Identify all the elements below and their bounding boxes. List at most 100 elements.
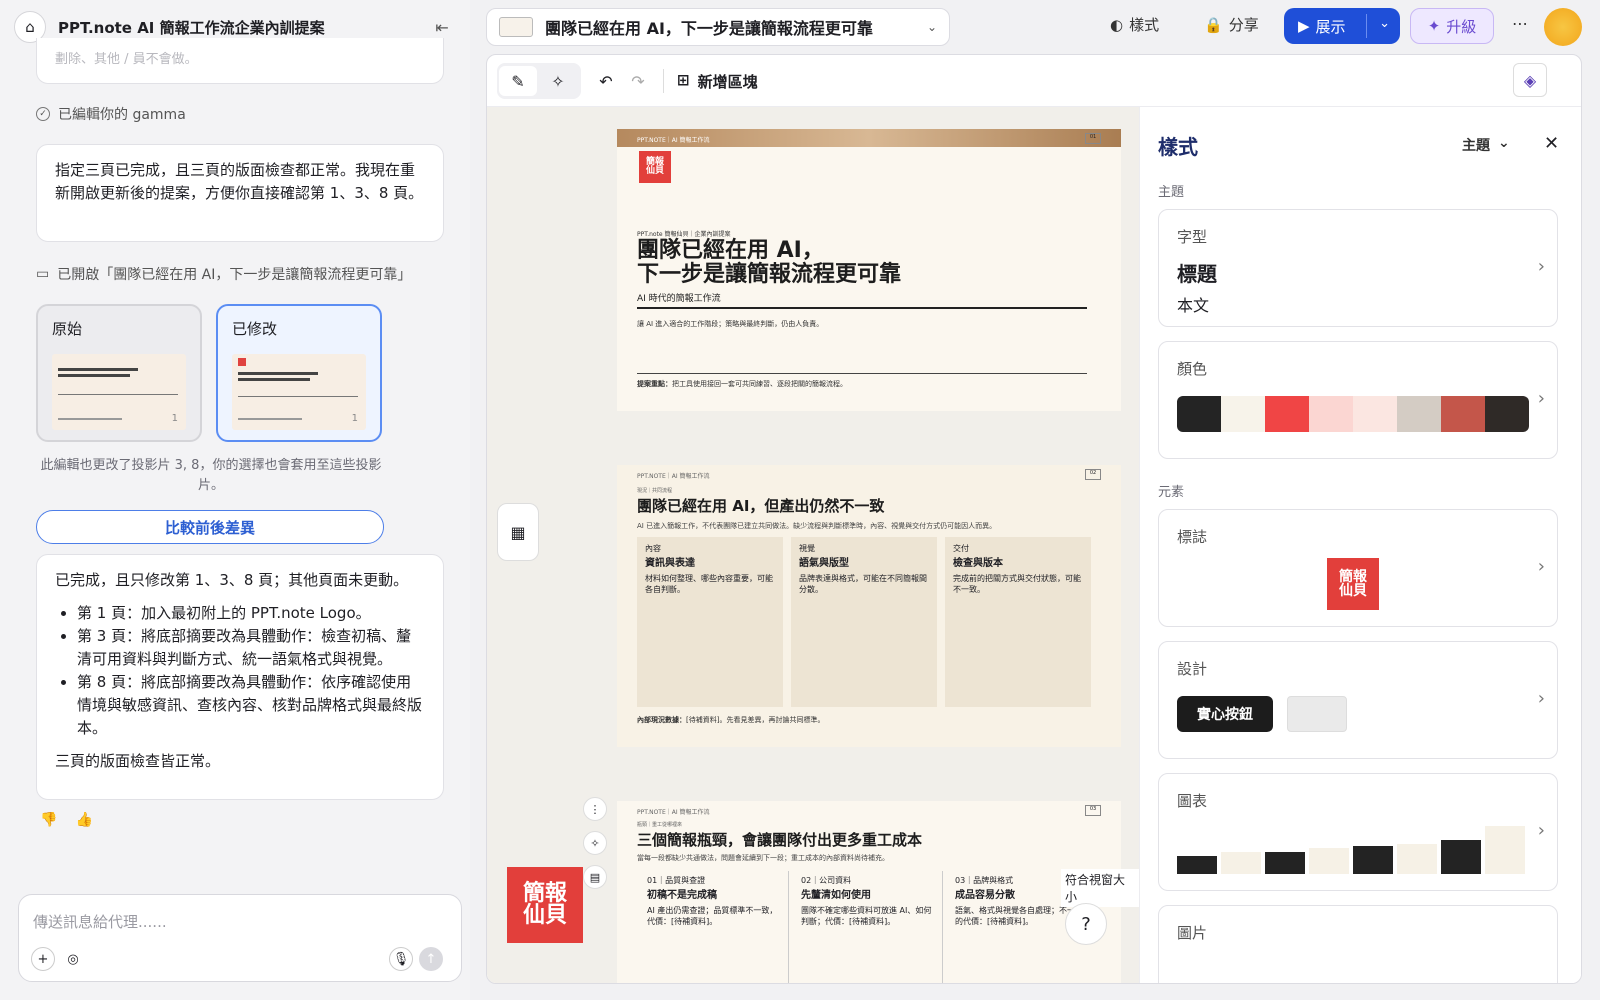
style-button[interactable]: ◐ 樣式 xyxy=(1110,14,1159,35)
share-label: 分享 xyxy=(1228,16,1259,34)
edit-status: ✓ 已編輯你的 gamma xyxy=(36,104,186,124)
upgrade-label: 升級 xyxy=(1446,17,1477,36)
microphone-icon[interactable]: 🎙 xyxy=(389,947,413,971)
image-setting-card[interactable]: 圖片 xyxy=(1158,905,1558,983)
slide-3[interactable]: PPT.NOTE｜AI 簡報工作流 03 瓶頸｜重工從哪裡來 三個簡報瓶頸，會讓… xyxy=(617,801,1121,983)
footer-text: [待補資料]。先看見差異，再討論共同標準。 xyxy=(686,716,825,724)
thumbnail-number: 1 xyxy=(171,413,178,424)
secondary-button-preview xyxy=(1287,696,1347,732)
ai-sparkle-icon[interactable]: ✧ xyxy=(583,831,607,855)
compare-changes-button[interactable]: 比較前後差異 xyxy=(36,510,384,544)
footer-label: 內部現況數據： xyxy=(637,716,686,724)
present-options-chevron-icon[interactable]: ⌄ xyxy=(1379,16,1390,31)
thumbnail-number: 1 xyxy=(351,413,358,424)
section-label-theme: 主題 xyxy=(1158,185,1185,200)
style-panel: 樣式 主題 ⌄ ✕ 主題 字型 標題 本文 › 顏色 › 元素 標誌 簡報 仙貝 ›… xyxy=(1139,107,1581,983)
column-body: AI 產出仍需查證；品質標準不一致，代價：[待補資料]。 xyxy=(647,906,778,926)
chart-bar-swatch xyxy=(1397,844,1437,874)
color-swatch xyxy=(1485,396,1529,432)
theme-dropdown[interactable]: 主題 ⌄ xyxy=(1462,135,1510,155)
chart-bar-swatch xyxy=(1485,826,1525,874)
slide-title-line-1: 團隊已經在用 AI， xyxy=(637,238,824,263)
more-vertical-icon[interactable]: ⋮ xyxy=(583,797,607,821)
agent-chat-panel: ⌂ PPT.note AI 簡報工作流企業內訓提案 ⇤ 劃除、其他 / 員不會做… xyxy=(0,0,470,1000)
list-item: 第 3 頁：將底部摘要改為具體動作：檢查初稿、釐清可用資料與判斷方式、統一語氣格… xyxy=(77,625,425,671)
film-strip-icon[interactable]: ▦ xyxy=(497,503,539,561)
layers-icon[interactable]: ◈ xyxy=(1513,63,1547,97)
column-title: 初稿不是完成稿 xyxy=(647,890,717,901)
column-tag: 03｜品牌與格式 xyxy=(955,876,1014,885)
chart-bar-swatch xyxy=(1177,856,1217,874)
present-button[interactable]: ▶ 展示 ⌄ xyxy=(1284,8,1400,44)
collapse-panel-icon[interactable]: ⇤ xyxy=(430,18,454,37)
open-status-text: 已開啟「團隊已經在用 AI，下一步是讓簡報流程更可靠」 xyxy=(57,267,412,283)
version-original-card[interactable]: 原始 1 xyxy=(36,304,202,442)
thumbs-down-icon[interactable]: 👎 xyxy=(40,812,57,828)
color-setting-card[interactable]: 顏色 › xyxy=(1158,341,1558,459)
color-swatch xyxy=(1177,396,1221,432)
lock-icon: 🔒 xyxy=(1204,15,1223,34)
close-icon[interactable]: ✕ xyxy=(1544,133,1559,154)
column-title: 先釐清如何使用 xyxy=(801,890,871,901)
agent-mode-icon[interactable]: ◎ xyxy=(61,947,85,971)
logo-text-top: 簡報 xyxy=(522,881,567,906)
color-swatch xyxy=(1221,396,1265,432)
slide-page-number: 03 xyxy=(1085,805,1101,816)
column-body: 語氣、格式與視覺各自處理；不一致的代價：[待補資料]。 xyxy=(955,906,1083,926)
chevron-right-icon: › xyxy=(1537,820,1545,841)
font-heading-sample: 標題 xyxy=(1177,262,1217,286)
chart-setting-card[interactable]: 圖表 › xyxy=(1158,773,1558,891)
slide-2[interactable]: PPT.NOTE｜AI 簡報工作流 02 現況｜共同流程 團隊已經在用 AI，但… xyxy=(617,465,1121,747)
more-options-icon[interactable]: ⋯ xyxy=(1512,14,1528,33)
avatar[interactable] xyxy=(1544,8,1582,46)
column-title: 檢查與版本 xyxy=(953,558,1003,569)
color-swatch xyxy=(1441,396,1485,432)
card-label: 設計 xyxy=(1177,660,1208,678)
slide-footer: 內部現況數據：[待補資料]。先看見差異，再討論共同標準。 xyxy=(637,715,824,725)
font-body-sample: 本文 xyxy=(1177,296,1210,315)
add-block-button[interactable]: ⊞ 新增區塊 xyxy=(677,71,758,92)
chart-bar-swatch xyxy=(1265,852,1305,874)
font-setting-card[interactable]: 字型 標題 本文 › xyxy=(1158,209,1558,327)
slide-page-number: 01 xyxy=(1085,133,1101,144)
column-body: 材料如何整理、哪些內容重要，可能各自判斷。 xyxy=(645,574,773,594)
chart-bar-swatch xyxy=(1221,852,1261,874)
slide-title-dropdown[interactable]: 團隊已經在用 AI，下一步是讓簡報流程更可靠 ⌄ xyxy=(486,8,950,46)
floating-logo[interactable]: 簡報 仙貝 xyxy=(507,867,583,943)
ai-sparkle-icon[interactable]: ✧ xyxy=(539,66,577,96)
send-icon[interactable]: ↑ xyxy=(419,947,443,971)
editor-area: ✎ ✧ ↶ ↷ ⊞ 新增區塊 ◈ PPT.NOTE｜AI 簡報工作流 01 簡報仙… xyxy=(486,54,1582,984)
share-button[interactable]: 🔒 分享 xyxy=(1204,14,1259,35)
summary-intro: 已完成，且只修改第 1、3、8 頁；其他頁面未更動。 xyxy=(55,571,409,589)
version-modified-card[interactable]: 已修改 1 xyxy=(216,304,382,442)
list-item: 第 1 頁：加入最初附上的 PPT.note Logo。 xyxy=(77,602,425,625)
message-input[interactable]: 傳送訊息給代理...... xyxy=(33,911,167,932)
fit-to-window-label[interactable]: 符合視窗大小 xyxy=(1061,869,1139,907)
redo-icon[interactable]: ↷ xyxy=(619,66,657,96)
upgrade-button[interactable]: ✦ 升級 xyxy=(1410,8,1494,44)
slide-1[interactable]: PPT.NOTE｜AI 簡報工作流 01 簡報 仙貝 PPT.note 簡報仙貝｜… xyxy=(617,129,1121,411)
chart-bar-swatch xyxy=(1353,846,1393,874)
section-label-elements: 元素 xyxy=(1158,485,1185,500)
notes-icon[interactable]: ▤ xyxy=(583,865,607,889)
column-tag: 內容 xyxy=(645,544,661,553)
pencil-icon[interactable]: ✎ xyxy=(499,66,537,96)
summary-list: 第 1 頁：加入最初附上的 PPT.note Logo。 第 3 頁：將底部摘要… xyxy=(77,602,425,740)
folder-icon: ▭ xyxy=(36,266,50,282)
slide-subtitle: AI 時代的簡報工作流 xyxy=(637,294,721,304)
edit-status-text: 已編輯你的 gamma xyxy=(58,107,186,123)
slide-kicker: PPT.note 簡報仙貝｜企業內訓提案 xyxy=(637,231,731,238)
agent-message: 指定三頁已完成，且三頁的版面檢查都正常。我現在重新開啟更新後的提案，方便你直接確… xyxy=(36,144,444,242)
add-attachment-icon[interactable]: + xyxy=(31,947,55,971)
design-setting-card[interactable]: 設計 實心按鈕 › xyxy=(1158,641,1558,759)
chevron-right-icon: › xyxy=(1537,388,1545,409)
slide-title: 三個簡報瓶頸，會讓團隊付出更多重工成本 xyxy=(637,831,923,849)
column-card: 交付 檢查與版本 完成前的把關方式與交付狀態，可能不一致。 xyxy=(945,537,1091,707)
logo-text-top: 簡報 xyxy=(1339,569,1367,585)
chevron-down-icon: ⌄ xyxy=(1498,135,1510,151)
logo-setting-card[interactable]: 標誌 簡報 仙貝 › xyxy=(1158,509,1558,627)
message-composer[interactable]: 傳送訊息給代理...... + ◎ 🎙 ↑ xyxy=(18,894,462,982)
color-swatch xyxy=(1309,396,1353,432)
help-button[interactable]: ? xyxy=(1065,903,1107,945)
thumbs-up-icon[interactable]: 👍 xyxy=(75,812,92,828)
